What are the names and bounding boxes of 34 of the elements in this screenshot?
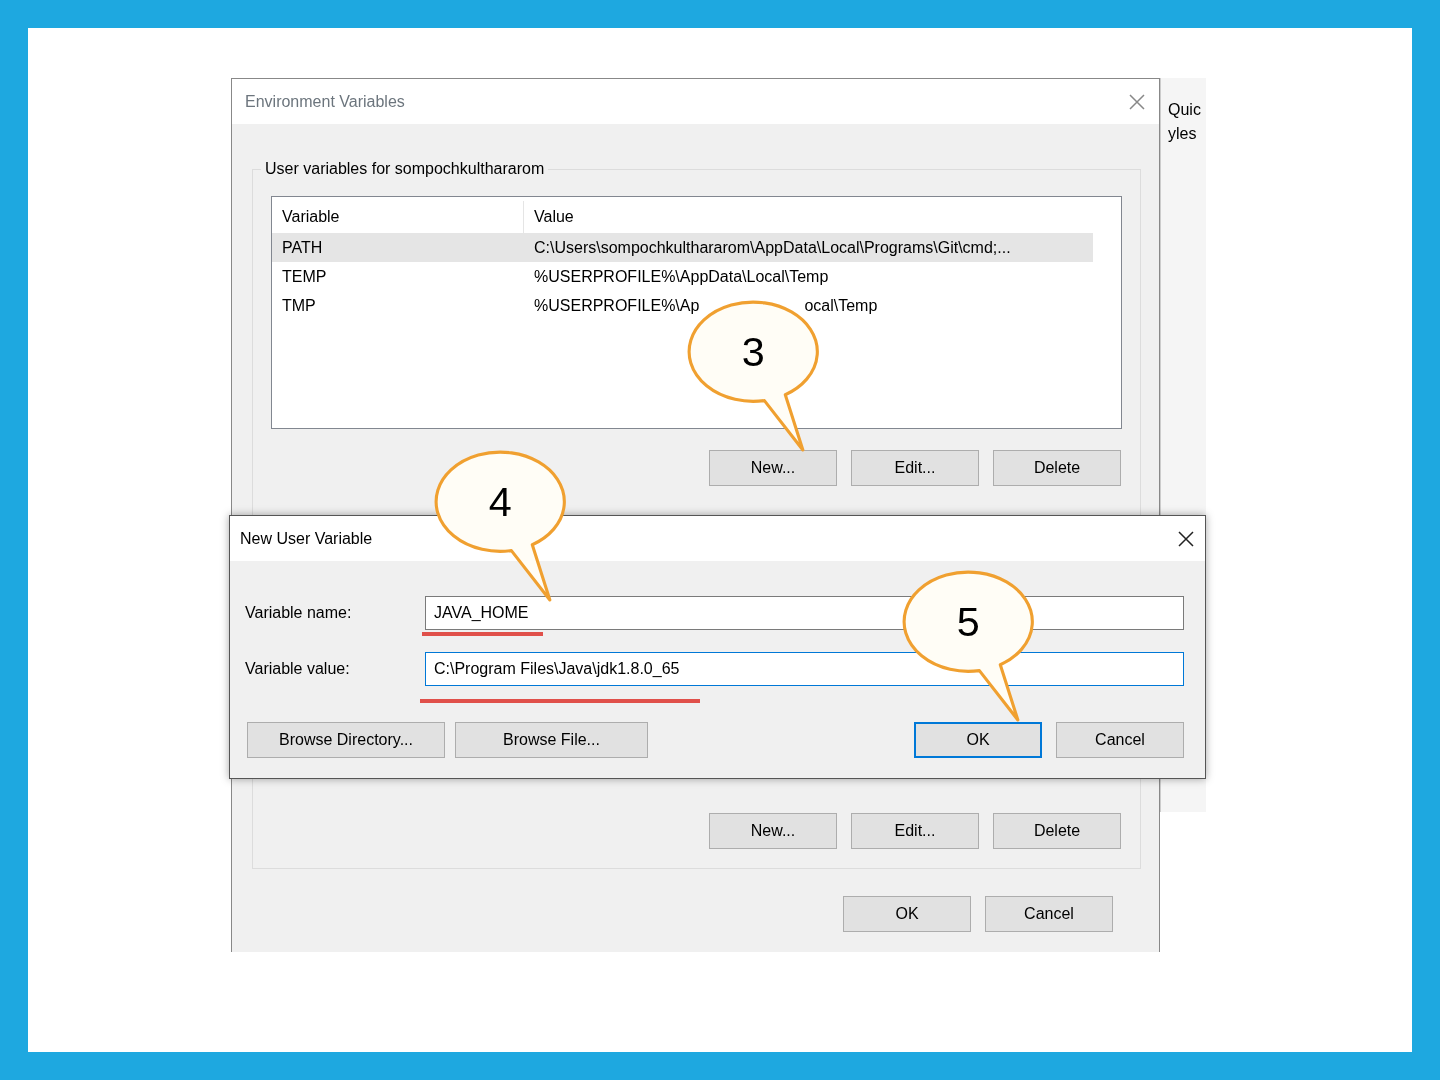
dialog-button[interactable]: Delete	[993, 450, 1121, 486]
column-header[interactable]: Value	[524, 205, 574, 229]
variable-cell-text: TMP	[281, 295, 317, 316]
window-title: New User Variable	[240, 528, 373, 549]
label-text: Quic	[1168, 100, 1202, 120]
dialog-button[interactable]: New...	[709, 450, 837, 486]
dialog-button[interactable]: New...	[709, 813, 837, 849]
label-text: yles	[1168, 124, 1198, 144]
dialog-button[interactable]: Edit...	[851, 813, 979, 849]
dialog-button[interactable]: Cancel	[1056, 722, 1184, 758]
value-cell-text: %USERPROFILE%\AppData\Local\Temp	[533, 266, 829, 287]
callout-number: 3	[741, 329, 765, 376]
value-cell-text: %USERPROFILE%\Ap	[534, 295, 700, 316]
list-row[interactable]: TMP %USERPROFILE%\Ap ocal\Temp	[272, 291, 1093, 320]
field-label: Variable value:	[245, 659, 351, 679]
window-title: Environment Variables	[245, 91, 405, 112]
callout-number: 4	[488, 479, 512, 526]
close-icon[interactable]	[1177, 529, 1195, 548]
group-title: User variables for sompochkulthararom	[261, 159, 549, 179]
dialog-button[interactable]: OK	[843, 896, 971, 932]
value-cell-text: ocal\Temp	[804, 295, 878, 316]
dialog-button[interactable]: Delete	[993, 813, 1121, 849]
value-cell-text: C:\Users\sompochkulthararom\AppData\Local\Programs\Git\cmd;...	[533, 237, 1011, 258]
list-row[interactable]: TEMP %USERPROFILE%\AppData\Local\Temp	[272, 262, 1093, 291]
dialog-button[interactable]: Cancel	[985, 896, 1113, 932]
dialog-button[interactable]: Edit...	[851, 450, 979, 486]
variable-cell-text: PATH	[281, 237, 324, 258]
dialog-button[interactable]: Browse File...	[455, 722, 648, 758]
dialog-button[interactable]: Browse Directory...	[247, 722, 445, 758]
text-field[interactable]: C:\Program Files\Java\jdk1.8.0_65	[425, 652, 1184, 686]
variable-cell-text: TEMP	[281, 266, 328, 287]
field-label: Variable name:	[245, 603, 353, 623]
list-row[interactable]: PATH C:\Users\sompochkulthararom\AppData\Local\Programs\Git\cmd;...	[272, 233, 1093, 262]
dialog-button[interactable]: OK	[914, 722, 1042, 758]
